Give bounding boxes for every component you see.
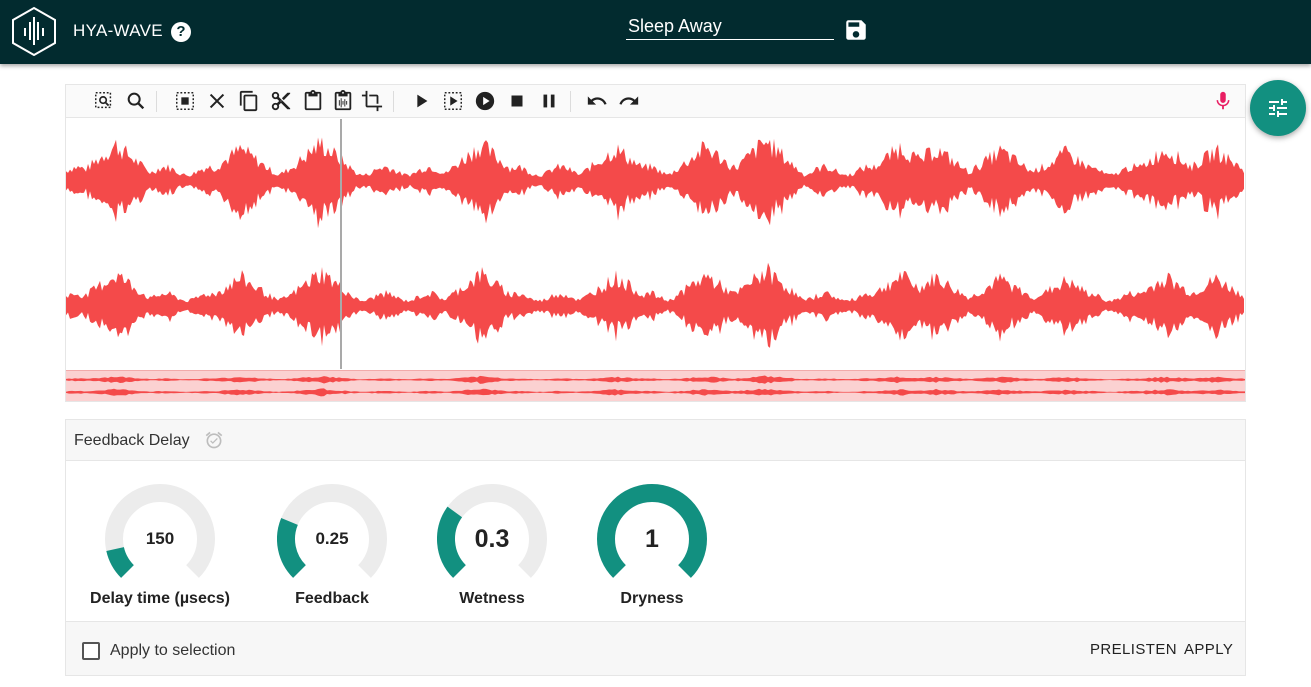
zoom-icon[interactable]	[125, 90, 147, 112]
waveform-channel	[66, 388, 1245, 397]
effect-panel: Feedback Delay 150 Delay time (µsecs) 0.…	[65, 419, 1246, 676]
close-icon[interactable]	[206, 90, 228, 112]
hya-wave-logo-icon	[12, 6, 56, 56]
tune-icon	[1269, 99, 1287, 117]
prelisten-button[interactable]: PRELISTEN	[1090, 641, 1177, 658]
play-selection-icon[interactable]	[442, 90, 464, 112]
waveform-display[interactable]	[66, 119, 1245, 369]
copy-icon[interactable]	[238, 90, 260, 112]
effect-header: Feedback Delay	[66, 420, 1245, 461]
feedback-knob[interactable]: 0.25 Feedback	[267, 484, 397, 614]
cut-icon[interactable]	[270, 90, 292, 112]
apply-button[interactable]: APPLY	[1184, 641, 1233, 658]
editor-toolbar	[66, 85, 1245, 118]
playhead-cursor[interactable]	[340, 119, 342, 369]
knob-label: Feedback	[295, 590, 369, 607]
brand-name: HYA-WAVE	[73, 21, 163, 40]
paste-icon[interactable]	[302, 90, 324, 112]
knob-value: 150	[145, 529, 175, 548]
knob-value: 1	[645, 525, 659, 553]
effects-settings-button[interactable]	[1250, 80, 1306, 136]
track-title-input[interactable]: Sleep Away	[626, 14, 834, 40]
save-icon[interactable]	[843, 17, 869, 43]
play-icon[interactable]	[410, 90, 432, 112]
waveform-editor	[65, 84, 1246, 402]
play-circle-icon[interactable]	[474, 90, 496, 112]
knob-value: 0.3	[474, 525, 510, 553]
waveform-channel	[66, 262, 1244, 348]
effect-title: Feedback Delay	[74, 432, 190, 449]
knob-label: Delay time (µsecs)	[90, 590, 230, 607]
knob-label: Dryness	[620, 590, 684, 607]
app-bar: HYA-WAVE ? Sleep Away	[0, 0, 1311, 64]
apply-to-selection-checkbox[interactable]	[82, 642, 100, 660]
microphone-icon[interactable]	[1212, 90, 1234, 112]
paste-special-icon[interactable]	[332, 90, 354, 112]
knob-label: Wetness	[459, 590, 525, 607]
help-icon[interactable]: ?	[171, 22, 191, 42]
waveform-channel	[66, 375, 1245, 384]
select-zoom-icon[interactable]	[93, 90, 115, 112]
effect-footer: Apply to selection PRELISTEN APPLY	[66, 621, 1245, 675]
select-all-icon[interactable]	[174, 90, 196, 112]
undo-icon[interactable]	[586, 90, 608, 112]
alarm-check-icon[interactable]	[204, 430, 224, 450]
delay-time-knob[interactable]: 150 Delay time (µsecs)	[90, 484, 230, 614]
dryness-knob[interactable]: 1 Dryness	[587, 484, 717, 614]
waveform-overview[interactable]	[66, 370, 1245, 401]
waveform-channel	[66, 137, 1244, 229]
redo-icon[interactable]	[618, 90, 640, 112]
stop-icon[interactable]	[506, 90, 528, 112]
pause-icon[interactable]	[538, 90, 560, 112]
knob-value: 0.25	[315, 529, 349, 548]
wetness-knob[interactable]: 0.3 Wetness	[427, 484, 557, 614]
crop-icon[interactable]	[361, 90, 383, 112]
apply-to-selection-label: Apply to selection	[110, 642, 236, 659]
